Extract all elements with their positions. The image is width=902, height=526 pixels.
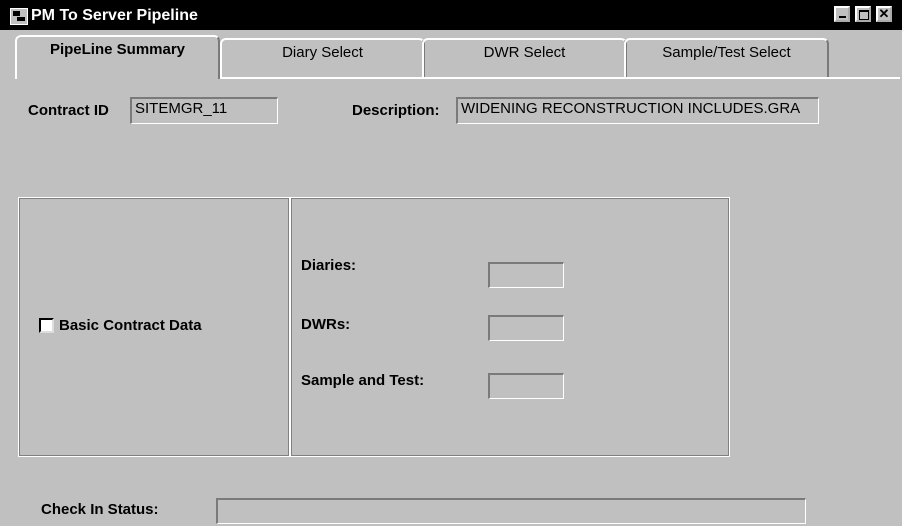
tab-diary-select[interactable]: Diary Select — [220, 38, 425, 77]
minimize-button[interactable] — [834, 6, 850, 22]
tab-dwr-select[interactable]: DWR Select — [422, 38, 627, 77]
tab-sample-test-select[interactable]: Sample/Test Select — [624, 38, 829, 77]
tab-strip-border — [220, 77, 900, 79]
close-button[interactable]: ✕ — [876, 6, 892, 22]
dwrs-label: DWRs: — [301, 316, 351, 333]
sample-and-test-label: Sample and Test: — [301, 372, 425, 389]
check-in-status-field — [216, 498, 806, 524]
title-bar: PM To Server Pipeline ✕ — [0, 0, 902, 30]
diaries-label: Diaries: — [301, 257, 357, 274]
dwrs-count-field[interactable] — [488, 315, 564, 341]
contract-id-label: Contract ID — [28, 102, 109, 119]
description-field[interactable]: WIDENING RECONSTRUCTION INCLUDES.GRA — [456, 97, 819, 124]
basic-contract-data-label: Basic Contract Data — [59, 317, 202, 334]
description-label: Description: — [352, 102, 440, 119]
diaries-count-field[interactable] — [488, 262, 564, 288]
contract-id-field[interactable]: SITEMGR_11 — [130, 97, 278, 124]
check-in-status-label: Check In Status: — [41, 501, 159, 518]
pipeline-app-icon[interactable] — [10, 8, 28, 25]
maximize-button[interactable] — [855, 6, 871, 22]
sample-and-test-count-field[interactable] — [488, 373, 564, 399]
tab-strip: PipeLine Summary Diary Select DWR Select… — [15, 35, 900, 79]
window-title: PM To Server Pipeline — [31, 7, 198, 24]
tab-pipeline-summary[interactable]: PipeLine Summary — [15, 35, 220, 79]
basic-contract-data-checkbox[interactable] — [39, 318, 54, 333]
